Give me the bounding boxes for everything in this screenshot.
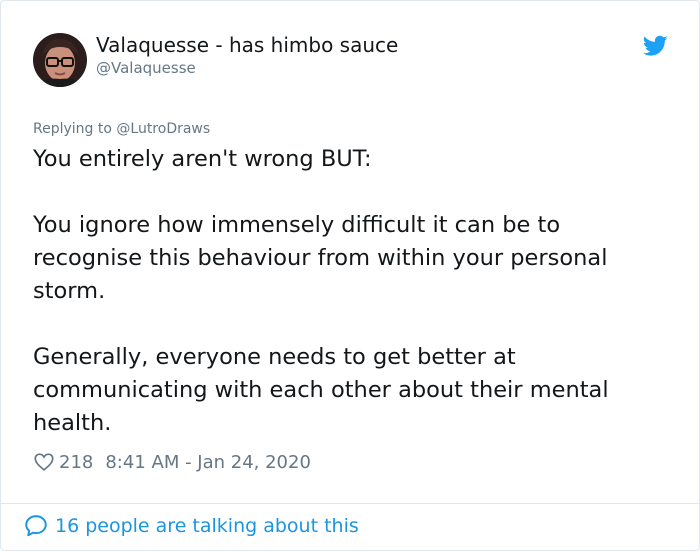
tweet-paragraph: Generally, everyone needs to get better … xyxy=(33,344,609,436)
replying-to: Replying to @LutroDraws xyxy=(33,121,210,137)
replying-prefix: Replying to xyxy=(33,121,112,137)
author-name[interactable]: Valaquesse - has himbo sauce xyxy=(96,33,398,57)
heart-icon[interactable] xyxy=(33,451,55,473)
speech-bubble-icon xyxy=(23,513,49,539)
divider xyxy=(1,503,699,504)
twitter-bird-icon[interactable] xyxy=(642,35,668,57)
tweet-card: Valaquesse - has himbo sauce @Valaquesse… xyxy=(0,0,700,551)
like-count[interactable]: 218 xyxy=(59,452,93,473)
tweet-meta: 218 8:41 AM - Jan 24, 2020 xyxy=(33,451,311,473)
talking-about-text[interactable]: 16 people are talking about this xyxy=(55,515,359,537)
avatar[interactable] xyxy=(33,33,87,87)
tweet-paragraph: You ignore how immensely difficult it ca… xyxy=(33,212,608,304)
tweet-text: You entirely aren't wrong BUT: You ignor… xyxy=(33,143,673,440)
tweet-timestamp[interactable]: 8:41 AM - Jan 24, 2020 xyxy=(105,452,311,473)
replying-to-mention[interactable]: @LutroDraws xyxy=(116,121,210,137)
tweet-paragraph: You entirely aren't wrong BUT: xyxy=(33,146,372,172)
talking-about-link[interactable]: 16 people are talking about this xyxy=(23,513,359,539)
author-handle[interactable]: @Valaquesse xyxy=(96,59,196,77)
